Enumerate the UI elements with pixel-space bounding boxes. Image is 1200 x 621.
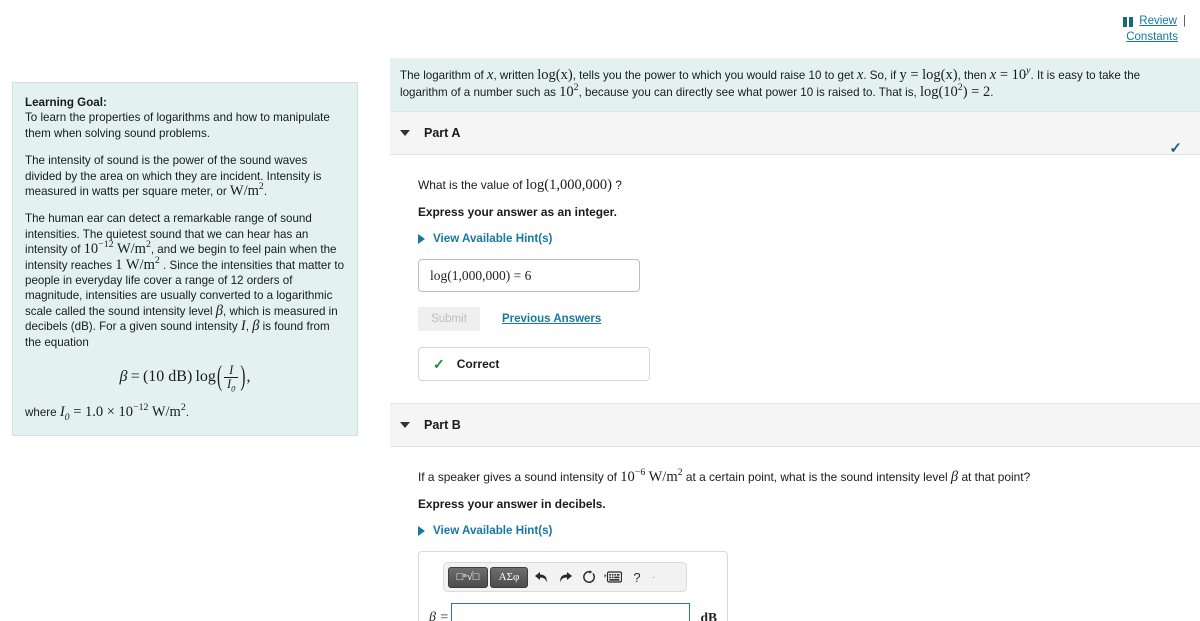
part-a-status-check-icon: ✓	[1169, 140, 1182, 157]
part-b-hints-toggle[interactable]: View Available Hint(s)	[418, 524, 1200, 537]
intro-text-i: .	[990, 86, 994, 99]
intro-text-a: The logarithm of	[400, 69, 487, 82]
correct-check-icon: ✓	[433, 355, 445, 372]
part-b-body: If a speaker gives a sound intensity of …	[390, 447, 1200, 621]
intensity-paragraph: The intensity of sound is the power of t…	[25, 153, 345, 199]
toolbar-overflow-dot[interactable]: ·	[652, 572, 655, 583]
part-b-intensity: 10−6 W/m2	[620, 467, 683, 485]
part-b-hint-label[interactable]: View Available Hint(s)	[433, 524, 552, 537]
learning-goal-text: To learn the properties of logarithms an…	[25, 111, 330, 140]
intro-text-d: . So, if	[863, 69, 900, 82]
math-toolbar: □ⁿ√□ ΑΣφ ? ·	[443, 562, 687, 592]
learning-goal-title: Learning Goal:	[25, 96, 107, 109]
paren-open: (	[216, 360, 222, 393]
watts-unit: W/m2	[229, 181, 264, 200]
part-a-feedback-box: ✓ Correct	[418, 347, 650, 381]
part-a-feedback-label: Correct	[456, 357, 500, 371]
part-a-question: What is the value of log(1,000,000) ?	[418, 177, 1200, 194]
intro-text-c: , tells you the power to which you would…	[572, 69, 857, 82]
chevron-right-icon[interactable]	[418, 233, 425, 244]
intensity-ratio: I I0	[224, 363, 239, 394]
chevron-down-icon[interactable]	[400, 130, 410, 136]
where-label: where	[25, 406, 60, 420]
part-b-title: Part B	[424, 418, 461, 432]
part-b-question-text-b: at a certain point, what is the sound in…	[682, 470, 951, 484]
i0-definition: where I0 = 1.0 × 10−12 W/m2.	[25, 402, 345, 424]
part-b-question-text-a: If a speaker gives a sound intensity of	[418, 470, 621, 484]
intro-text-e: , then	[957, 69, 990, 82]
intro-text-h: , because you can directly see what powe…	[578, 86, 920, 99]
greek-symbols-key[interactable]: ΑΣφ	[490, 566, 528, 588]
paren-close: )	[240, 360, 246, 393]
part-a-answer-field[interactable]: log(1,000,000) = 6	[418, 259, 640, 292]
problem-content: The logarithm of x, written log(x), tell…	[390, 0, 1200, 621]
part-a-hint-label[interactable]: View Available Hint(s)	[433, 232, 552, 245]
i-zero: I0	[227, 377, 236, 394]
learning-goal-paragraph: Learning Goal: To learn the properties o…	[25, 95, 345, 141]
learning-goal-panel: Learning Goal: To learn the properties o…	[12, 82, 358, 436]
part-a-question-end: ?	[611, 178, 622, 192]
ear-range-paragraph: The human ear can detect a remarkable ra…	[25, 211, 345, 350]
intro-log-ten-squared: log(102) = 2	[919, 82, 991, 100]
intro-panel: The logarithm of x, written log(x), tell…	[390, 58, 1200, 111]
intro-log-x: log(x)	[537, 67, 573, 83]
part-a-question-text: What is the value of	[418, 178, 526, 192]
intro-text-b: , written	[493, 69, 538, 82]
intro-y-equals-logx: y = log(x)	[899, 67, 958, 83]
redo-arrow-icon[interactable]	[554, 566, 576, 588]
part-b-instruction: Express your answer in decibels.	[418, 497, 606, 511]
chevron-down-icon[interactable]	[400, 422, 410, 428]
pain-intensity: 1 W/m2	[115, 254, 160, 273]
part-a-body: What is the value of log(1,000,000) ? Ex…	[390, 155, 1200, 381]
part-b-question-text-c: at that point?	[958, 470, 1031, 484]
part-b-answer-input[interactable]	[450, 603, 691, 621]
part-b-question: If a speaker gives a sound intensity of …	[418, 467, 1200, 486]
beta-equation: β = (10 dB) log(I I0),	[25, 360, 345, 394]
part-b-header[interactable]: Part B	[390, 403, 1200, 447]
beta-equation-body: β = (10 dB) log(I I0),	[119, 360, 251, 394]
i0-value: I0 = 1.0 × 10−12 W/m2	[59, 402, 186, 424]
part-a-header[interactable]: Part A ✓	[390, 111, 1200, 157]
help-question-icon[interactable]: ?	[626, 566, 648, 588]
part-a-question-math: log(1,000,000)	[525, 177, 612, 193]
intro-ten-squared: 102	[559, 82, 579, 100]
part-a-instruction: Express your answer as an integer.	[418, 205, 617, 219]
part-b-answer-prefix: β =	[429, 609, 449, 621]
part-b-answer-widget: □ⁿ√□ ΑΣφ ? · β = dB	[418, 551, 728, 621]
part-a-previous-answers-link[interactable]: Previous Answers	[502, 313, 601, 325]
part-a-submit-row: Submit Previous Answers	[418, 307, 1200, 331]
page-root: Review | Constants Learning Goal: To lea…	[0, 0, 1200, 621]
chevron-right-icon[interactable]	[418, 525, 425, 536]
beta-symbol-1: β	[215, 302, 223, 319]
part-b-input-row: β = dB	[429, 603, 717, 621]
undo-arrow-icon[interactable]	[530, 566, 552, 588]
part-a-hints-toggle[interactable]: View Available Hint(s)	[418, 232, 1200, 245]
reset-circle-icon[interactable]	[578, 566, 600, 588]
quietest-intensity: 10−12 W/m2	[83, 239, 151, 258]
intensity-text: The intensity of sound is the power of t…	[25, 154, 322, 199]
part-a-answer-value: log(1,000,000) = 6	[430, 267, 532, 283]
intensity-text-end: .	[263, 185, 268, 199]
part-a-submit-button[interactable]: Submit	[418, 307, 480, 331]
part-b-unit-label: dB	[700, 609, 717, 621]
keyboard-icon[interactable]	[602, 566, 624, 588]
intro-x-equals-ten-y: x = 10y	[989, 65, 1031, 83]
template-radical-key[interactable]: □ⁿ√□	[448, 566, 488, 588]
part-a-title: Part A	[424, 126, 461, 140]
i0-end: .	[185, 406, 189, 420]
